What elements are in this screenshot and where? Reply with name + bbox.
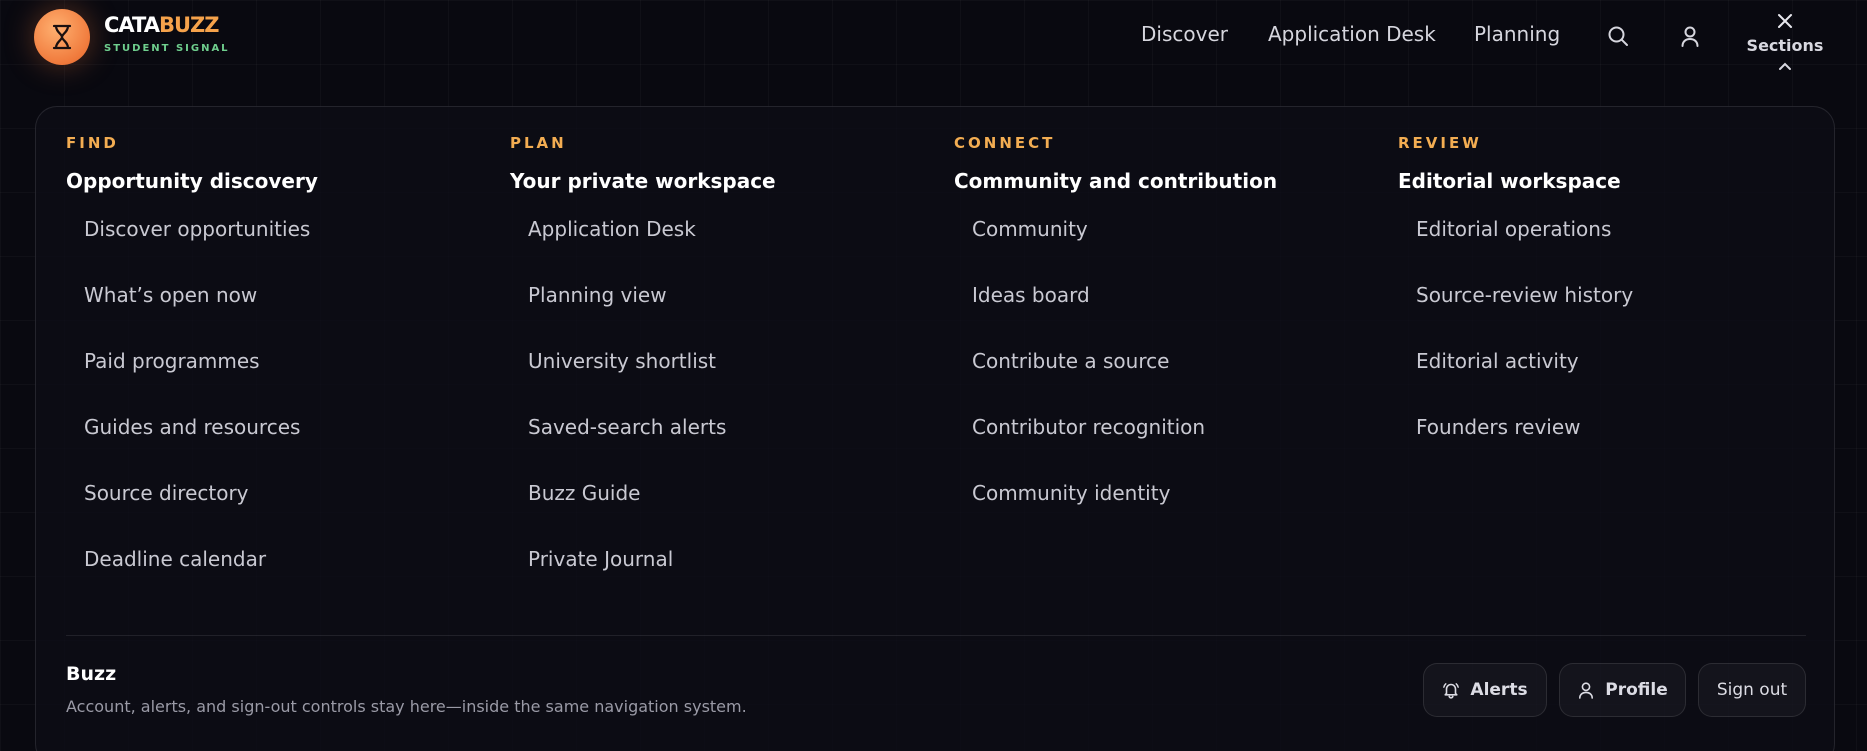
search-button[interactable] xyxy=(1604,22,1632,50)
brand-name-part-b: BUZZ xyxy=(158,13,220,37)
hourglass-icon xyxy=(52,24,72,50)
column-link-list: Editorial operations Source-review histo… xyxy=(1416,215,1633,479)
nav-link-application-desk[interactable]: Application Desk xyxy=(1268,22,1436,50)
menu-link[interactable]: Deadline calendar xyxy=(84,545,310,611)
column-eyebrow: REVIEW xyxy=(1398,134,1482,152)
brand-name-part-a: CATA xyxy=(104,13,160,37)
menu-link[interactable]: Editorial operations xyxy=(1416,215,1633,281)
brand-tagline: STUDENT SIGNAL xyxy=(104,43,230,54)
menu-link[interactable]: What’s open now xyxy=(84,281,310,347)
menu-link[interactable]: Guides and resources xyxy=(84,413,310,479)
sections-toggle-button[interactable]: Sections xyxy=(1738,8,1832,90)
sections-toggle-label: Sections xyxy=(1746,36,1824,55)
menu-link[interactable]: Source directory xyxy=(84,479,310,545)
menu-link[interactable]: Source-review history xyxy=(1416,281,1633,347)
menu-link[interactable]: Founders review xyxy=(1416,413,1633,479)
alerts-button-label: Alerts xyxy=(1470,680,1528,700)
menu-link[interactable]: Paid programmes xyxy=(84,347,310,413)
column-title: Editorial workspace xyxy=(1398,169,1621,193)
user-icon xyxy=(1681,26,1699,47)
column-title: Opportunity discovery xyxy=(66,169,318,193)
menu-link[interactable]: Saved-search alerts xyxy=(528,413,726,479)
footer-divider xyxy=(66,635,1806,636)
top-header: CATABUZZ STUDENT SIGNAL Discover Applica… xyxy=(0,0,1867,100)
menu-link[interactable]: University shortlist xyxy=(528,347,726,413)
nav-link-discover[interactable]: Discover xyxy=(1141,22,1228,50)
menu-link[interactable]: Contributor recognition xyxy=(972,413,1205,479)
bell-icon xyxy=(1443,683,1460,699)
brand-logo[interactable] xyxy=(34,9,90,65)
sign-out-button[interactable]: Sign out xyxy=(1698,663,1806,717)
menu-link[interactable]: Buzz Guide xyxy=(528,479,726,545)
profile-button-label: Profile xyxy=(1605,680,1668,700)
menu-link[interactable]: Ideas board xyxy=(972,281,1205,347)
profile-button[interactable]: Profile xyxy=(1559,663,1686,717)
nav-link-planning[interactable]: Planning xyxy=(1474,22,1560,50)
menu-link[interactable]: Editorial activity xyxy=(1416,347,1633,413)
column-link-list: Application Desk Planning view Universit… xyxy=(528,215,726,611)
column-link-list: Community Ideas board Contribute a sourc… xyxy=(972,215,1205,545)
menu-link[interactable]: Contribute a source xyxy=(972,347,1205,413)
account-button[interactable] xyxy=(1676,22,1704,50)
sign-out-button-label: Sign out xyxy=(1716,680,1788,700)
column-eyebrow: FIND xyxy=(66,134,119,152)
sections-menu-panel: FIND Opportunity discovery Discover oppo… xyxy=(35,106,1835,751)
column-eyebrow: PLAN xyxy=(510,134,567,152)
menu-link[interactable]: Planning view xyxy=(528,281,726,347)
column-eyebrow: CONNECT xyxy=(954,134,1056,152)
account-section-title: Buzz xyxy=(66,663,117,685)
menu-link[interactable]: Community identity xyxy=(972,479,1205,545)
column-title: Community and contribution xyxy=(954,169,1278,193)
column-title: Your private workspace xyxy=(510,169,776,193)
account-section-description: Account, alerts, and sign-out controls s… xyxy=(66,697,747,716)
alerts-button[interactable]: Alerts xyxy=(1423,663,1547,717)
column-link-list: Discover opportunities What’s open now P… xyxy=(84,215,310,611)
menu-link[interactable]: Application Desk xyxy=(528,215,726,281)
user-icon xyxy=(1579,682,1594,699)
search-icon xyxy=(1608,26,1628,46)
menu-link[interactable]: Discover opportunities xyxy=(84,215,310,281)
close-icon xyxy=(1778,14,1792,28)
brand-name[interactable]: CATABUZZ xyxy=(104,13,219,37)
menu-link[interactable]: Private Journal xyxy=(528,545,726,611)
menu-link[interactable]: Community xyxy=(972,215,1205,281)
chevron-up-icon xyxy=(1779,62,1791,70)
